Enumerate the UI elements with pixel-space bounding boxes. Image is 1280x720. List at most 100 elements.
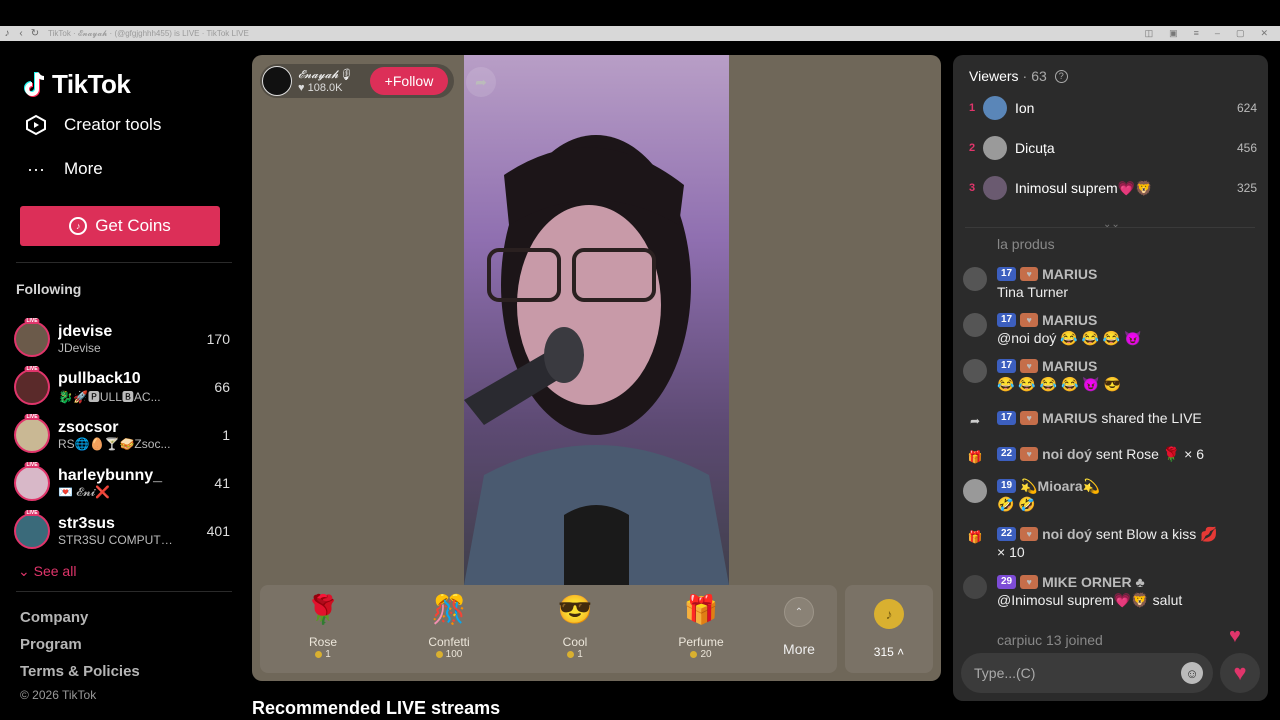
gift-name: Rose: [308, 635, 337, 649]
gift-perfume[interactable]: 🎁 Perfume 20: [638, 585, 764, 673]
username[interactable]: 💫Mioara💫: [1020, 477, 1100, 495]
coin-icon: [315, 651, 323, 658]
chat-message: 29 ♥ MIKE ORNER ♣ @Inimosul suprem💗🦁 salut: [963, 573, 1253, 609]
gift-cool[interactable]: 😎 Cool 1: [512, 585, 638, 673]
gift-rose[interactable]: 🌹 Rose 1: [260, 585, 386, 673]
username[interactable]: MARIUS: [1042, 409, 1097, 427]
footer-link-terms[interactable]: Terms & Policies: [20, 663, 140, 690]
reload-icon[interactable]: ↻: [28, 28, 42, 39]
username[interactable]: MIKE ORNER ♣: [1042, 573, 1145, 591]
host-card: 𝓔𝓷𝓪𝔂𝓪𝓱🎙 ♥ 108.0K + Follow: [260, 64, 454, 98]
message-text: 🤣 🤣: [997, 496, 1036, 512]
heart-icon: ♥: [298, 82, 305, 94]
tiktok-logo[interactable]: TikTok: [24, 69, 131, 100]
window-title: TikTok · 𝓔𝓷𝓪𝔂𝓪𝓱 · (@gfgjghhh455) is LIVE…: [48, 28, 249, 38]
nav-creator-tools[interactable]: Creator tools: [24, 113, 161, 137]
avatar[interactable]: [963, 479, 987, 503]
live-video[interactable]: [464, 55, 729, 585]
more-gifts-label: More: [783, 641, 815, 657]
avatar[interactable]: [963, 359, 987, 383]
username[interactable]: MARIUS: [1042, 265, 1097, 283]
message-text: 😂 😂 😂 😂 😈 😎: [997, 376, 1122, 392]
get-coins-button[interactable]: ♪ Get Coins: [20, 206, 220, 246]
cast-icon[interactable]: ▣: [1169, 28, 1178, 39]
avatar[interactable]: [963, 575, 987, 599]
close-window-icon[interactable]: ✕: [1260, 28, 1268, 39]
divider: [16, 591, 232, 592]
host-name[interactable]: 𝓔𝓷𝓪𝔂𝓪𝓱🎙: [298, 68, 366, 82]
viewer-rank: 3: [969, 182, 976, 194]
following-name: zsocsor: [58, 419, 119, 436]
avatar: [983, 136, 1007, 160]
coin-icon: ♪: [69, 217, 88, 235]
message-text: sent Rose 🌹 × 6: [1095, 446, 1205, 462]
more-gifts-button[interactable]: ⌃ More: [764, 585, 834, 673]
username[interactable]: MARIUS: [1042, 311, 1097, 329]
following-item[interactable]: LIVE jdevise JDevise 170: [14, 315, 230, 363]
following-item[interactable]: LIVE pullback10 🐉🚀🅿ULL🅱AC... 66: [14, 363, 230, 411]
host-avatar[interactable]: [262, 66, 292, 96]
following-subtitle: RS🌐🥚🍸🥪Zsoc...: [58, 437, 171, 451]
following-name: str3sus: [58, 515, 115, 532]
viewer-name: Inimosul suprem💗🦁: [1015, 179, 1153, 196]
extension-icon[interactable]: ◫: [1145, 28, 1154, 39]
top-viewer-row[interactable]: 1 Ion 624: [969, 93, 1257, 123]
avatar: [983, 96, 1007, 120]
viewer-rank: 2: [969, 142, 976, 154]
recommended-title: Recommended LIVE streams: [252, 698, 501, 718]
chevron-up-icon: ⌃: [784, 597, 814, 627]
emoji-icon[interactable]: ☺: [1181, 662, 1203, 684]
avatar: [963, 235, 987, 259]
top-viewer-row[interactable]: 3 Inimosul suprem💗🦁 325: [969, 173, 1257, 203]
username[interactable]: noi doý: [1042, 525, 1092, 543]
username[interactable]: noi doý: [1042, 445, 1092, 463]
following-list: LIVE jdevise JDevise 170 LIVE pullback10 🐉…: [14, 315, 230, 555]
following-subtitle: 🐉🚀🅿ULL🅱AC...: [58, 389, 161, 404]
gift-name: Cool: [562, 635, 588, 649]
see-all-link[interactable]: ⌄ See all: [18, 563, 76, 580]
level-badge: 17: [997, 359, 1017, 373]
following-subtitle: 💌 𝓔𝓷𝓲❌: [58, 484, 111, 499]
footer-links: Company Program Terms & Policies: [20, 609, 140, 690]
viewers-chat-panel: Viewers · 63 ? 1 Ion 624 2 Dicuța 456 3 …: [953, 55, 1268, 701]
level-badge: 19: [997, 479, 1017, 493]
username[interactable]: MARIUS: [1042, 357, 1097, 375]
join-icon: [963, 631, 987, 655]
tiktok-live-page: ♪ ‹ ↻ TikTok · 𝓔𝓷𝓪𝔂𝓪𝓱 · (@gfgjghhh455) i…: [0, 0, 1280, 720]
system-top-bar: [0, 0, 1280, 26]
coin-icon: [690, 651, 698, 658]
following-item[interactable]: LIVE zsocsor RS🌐🥚🍸🥪Zsoc... 1: [14, 411, 230, 459]
fan-heart-icon: ♥: [1020, 313, 1039, 327]
footer-link-company[interactable]: Company: [20, 609, 140, 636]
fan-heart-icon: ♥: [1020, 527, 1039, 541]
viewers-heading[interactable]: Viewers · 63 ?: [969, 68, 1068, 84]
avatar[interactable]: [963, 313, 987, 337]
like-button[interactable]: ♥: [1220, 653, 1260, 693]
top-viewer-row[interactable]: 2 Dicuța 456: [969, 133, 1257, 163]
chat-message: 17 ♥ MARIUS 😂 😂 😂 😂 😈 😎: [963, 357, 1253, 393]
restore-icon[interactable]: ▢: [1236, 28, 1245, 39]
chat-input[interactable]: Type...(C) ☺: [961, 653, 1213, 693]
coin-balance-button[interactable]: ♪ 315 ˄: [845, 585, 933, 673]
following-item[interactable]: LIVE str3sus STR3SU COMPUTE... 401: [14, 507, 230, 555]
gift-confetti[interactable]: 🎊 Confetti 100: [386, 585, 512, 673]
rose-icon: 🌹: [305, 594, 341, 625]
gift-price: 1: [325, 649, 331, 660]
collapse-chevron-icon[interactable]: ⌄⌄: [1103, 219, 1120, 230]
share-button[interactable]: ➦: [466, 67, 496, 97]
footer-link-program[interactable]: Program: [20, 636, 140, 663]
menu-icon[interactable]: ≡: [1194, 28, 1199, 39]
help-icon[interactable]: ?: [1054, 69, 1068, 83]
live-player[interactable]: 𝓔𝓷𝓪𝔂𝓪𝓱🎙 ♥ 108.0K + Follow ➦ 🌹 Rose 1 🎊 Co…: [252, 55, 941, 681]
viewer-score: 624: [1236, 101, 1257, 115]
floating-heart-icon: ♥: [1229, 625, 1241, 647]
avatar[interactable]: [963, 267, 987, 291]
back-icon[interactable]: ‹: [14, 28, 28, 39]
minimize-icon[interactable]: –: [1215, 28, 1220, 39]
chat-message: 🎁 22 ♥ noi doý sent Rose 🌹 × 6: [963, 445, 1253, 469]
nav-more[interactable]: ··· More: [24, 157, 103, 181]
following-item[interactable]: LIVE harleybunny_ 💌 𝓔𝓷𝓲❌ 41: [14, 459, 230, 507]
following-name: harleybunny_: [58, 466, 163, 484]
avatar: LIVE: [14, 366, 50, 405]
follow-button[interactable]: + Follow: [370, 67, 448, 95]
